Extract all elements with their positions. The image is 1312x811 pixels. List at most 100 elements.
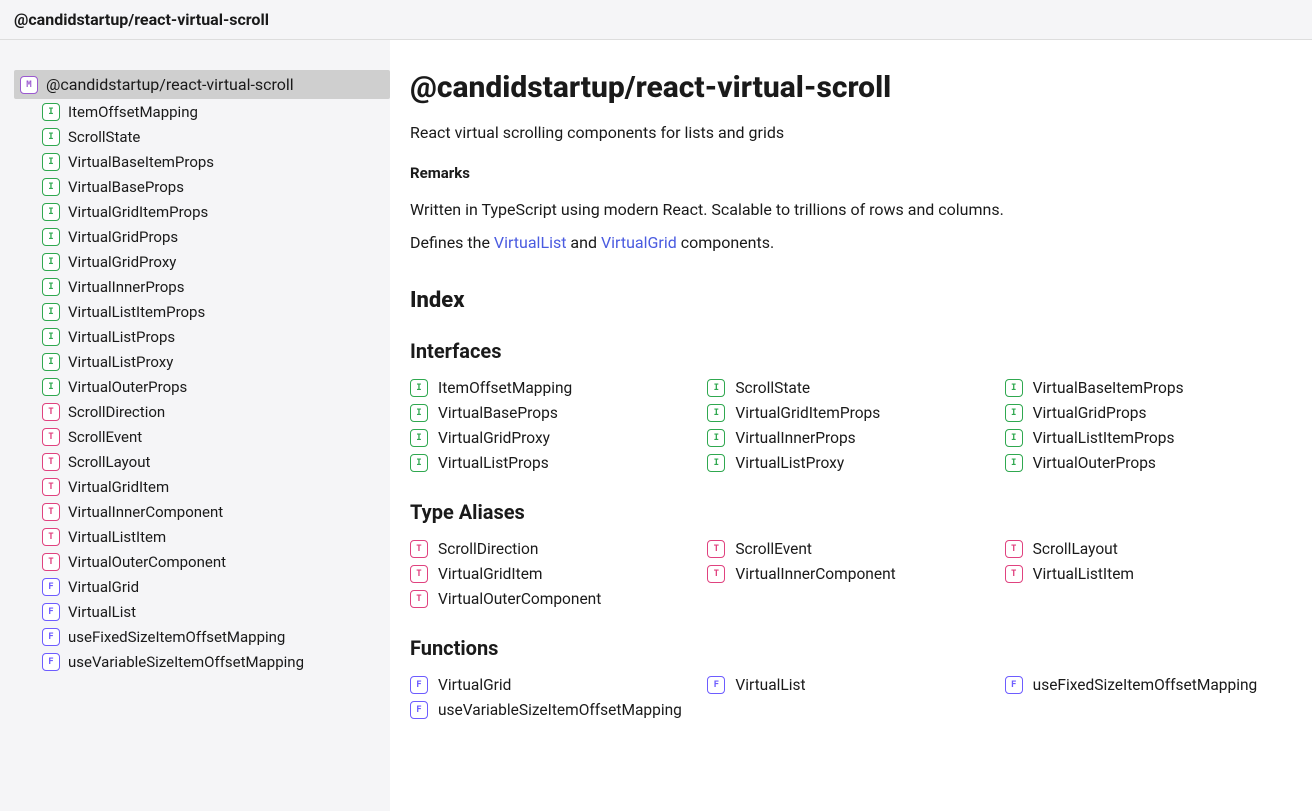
- sidebar-item-label: VirtualInnerProps: [68, 278, 184, 296]
- type-alias-icon: T: [1005, 540, 1023, 558]
- index-item[interactable]: TVirtualGridItem: [410, 565, 697, 583]
- index-item-label: ItemOffsetMapping: [438, 379, 572, 397]
- sidebar-item[interactable]: TVirtualListItem: [42, 528, 390, 546]
- index-item[interactable]: IVirtualBaseItemProps: [1005, 379, 1292, 397]
- interface-icon: I: [42, 128, 60, 146]
- sidebar-item-label: ScrollEvent: [68, 428, 142, 446]
- sidebar-item[interactable]: IVirtualGridProps: [42, 228, 390, 246]
- type-alias-icon: T: [42, 528, 60, 546]
- function-icon: F: [1005, 676, 1023, 694]
- sidebar-item-label: VirtualListItemProps: [68, 303, 205, 321]
- remarks-heading: Remarks: [410, 164, 1292, 182]
- sidebar-item-label: VirtualList: [68, 603, 136, 621]
- index-item[interactable]: TScrollEvent: [707, 540, 994, 558]
- index-item[interactable]: TScrollLayout: [1005, 540, 1292, 558]
- interface-icon: I: [707, 379, 725, 397]
- index-item[interactable]: I ItemOffsetMapping: [410, 379, 697, 397]
- sidebar-item[interactable]: IVirtualBaseItemProps: [42, 153, 390, 171]
- link-virtualgrid[interactable]: VirtualGrid: [601, 233, 677, 252]
- sidebar-item-label: ItemOffsetMapping: [68, 103, 198, 121]
- sidebar-item-label: VirtualGridItemProps: [68, 203, 208, 221]
- section-heading-functions: Functions: [410, 636, 1292, 660]
- interface-icon: I: [707, 454, 725, 472]
- index-item-label: VirtualInnerProps: [735, 429, 855, 447]
- type-alias-icon: T: [1005, 565, 1023, 583]
- sidebar-item[interactable]: I ItemOffsetMapping: [42, 103, 390, 121]
- index-item[interactable]: FuseVariableSizeItemOffsetMapping: [410, 701, 697, 719]
- interface-icon: I: [42, 278, 60, 296]
- sidebar-item-label: VirtualListProxy: [68, 353, 173, 371]
- interface-icon: I: [42, 103, 60, 121]
- index-item[interactable]: I VirtualInnerProps: [707, 429, 994, 447]
- index-item-label: VirtualOuterProps: [1033, 454, 1156, 472]
- index-item-label: VirtualListProps: [438, 454, 549, 472]
- index-item[interactable]: TScrollDirection: [410, 540, 697, 558]
- index-item-label: VirtualBaseItemProps: [1033, 379, 1184, 397]
- index-item[interactable]: FuseFixedSizeItemOffsetMapping: [1005, 676, 1292, 694]
- sidebar-item[interactable]: I VirtualInnerProps: [42, 278, 390, 296]
- sidebar-item-label: VirtualGridItem: [68, 478, 169, 496]
- index-item[interactable]: IVirtualGridItemProps: [707, 404, 994, 422]
- type-alias-icon: T: [410, 590, 428, 608]
- defines-text: Defines the VirtualList and VirtualGrid …: [410, 233, 1292, 252]
- sidebar-item[interactable]: IVirtualListProps: [42, 328, 390, 346]
- sidebar-item[interactable]: T ScrollEvent: [42, 428, 390, 446]
- interface-icon: I: [410, 379, 428, 397]
- sidebar-item[interactable]: TScrollLayout: [42, 453, 390, 471]
- sidebar-item-label: VirtualOuterProps: [68, 378, 187, 396]
- type-alias-icon: T: [42, 478, 60, 496]
- type-alias-icon: T: [410, 565, 428, 583]
- sidebar-item[interactable]: FVirtualGrid: [42, 578, 390, 596]
- sidebar-item[interactable]: FuseVariableSizeItemOffsetMapping: [42, 653, 390, 671]
- section-heading-interfaces: Interfaces: [410, 339, 1292, 363]
- index-item[interactable]: I VirtualListProps: [410, 454, 697, 472]
- sidebar-item[interactable]: IVirtualOuterProps: [42, 378, 390, 396]
- link-virtuallist[interactable]: VirtualList: [494, 233, 567, 252]
- index-item[interactable]: IVirtualListItemProps: [1005, 429, 1292, 447]
- index-item[interactable]: FVirtualList: [707, 676, 994, 694]
- sidebar-item[interactable]: IVirtualGridProxy: [42, 253, 390, 271]
- index-item[interactable]: IVirtualBaseProps: [410, 404, 697, 422]
- sidebar-item[interactable]: IVirtualBaseProps: [42, 178, 390, 196]
- sidebar-item-label: VirtualInnerComponent: [68, 503, 223, 521]
- sidebar-item[interactable]: IVirtualListItemProps: [42, 303, 390, 321]
- sidebar-item[interactable]: IVirtualGridItemProps: [42, 203, 390, 221]
- index-item[interactable]: F VirtualGrid: [410, 676, 697, 694]
- index-item-label: useFixedSizeItemOffsetMapping: [1033, 676, 1258, 694]
- interface-icon: I: [410, 454, 428, 472]
- module-summary: React virtual scrolling components for l…: [410, 123, 1292, 142]
- sidebar-item[interactable]: TVirtualOuterComponent: [42, 553, 390, 571]
- index-item[interactable]: TVirtualInnerComponent: [707, 565, 994, 583]
- interface-icon: I: [42, 178, 60, 196]
- sidebar-item[interactable]: IVirtualListProxy: [42, 353, 390, 371]
- index-item-label: useVariableSizeItemOffsetMapping: [438, 701, 682, 719]
- index-item-label: VirtualList: [735, 676, 805, 694]
- type-alias-icon: T: [42, 428, 60, 446]
- sidebar-item-label: VirtualGridProxy: [68, 253, 176, 271]
- type-alias-icon: T: [42, 453, 60, 471]
- index-item[interactable]: I VirtualOuterProps: [1005, 454, 1292, 472]
- index-item-label: VirtualGrid: [438, 676, 511, 694]
- index-item[interactable]: TVirtualListItem: [1005, 565, 1292, 583]
- sidebar-item[interactable]: IScrollState: [42, 128, 390, 146]
- function-icon: F: [410, 676, 428, 694]
- sidebar-item[interactable]: TVirtualInnerComponent: [42, 503, 390, 521]
- sidebar-item-label: VirtualListProps: [68, 328, 175, 346]
- index-item[interactable]: IVirtualListProxy: [707, 454, 994, 472]
- index-item[interactable]: IVirtualGridProxy: [410, 429, 697, 447]
- sidebar-root[interactable]: M @candidstartup/react-virtual-scroll: [14, 70, 390, 99]
- main-content: @candidstartup/react-virtual-scroll Reac…: [390, 40, 1312, 811]
- sidebar-item-label: VirtualGrid: [68, 578, 139, 596]
- sidebar-item[interactable]: FVirtualList: [42, 603, 390, 621]
- index-heading: Index: [410, 288, 1292, 313]
- index-item[interactable]: IScrollState: [707, 379, 994, 397]
- sidebar-item[interactable]: FuseFixedSizeItemOffsetMapping: [42, 628, 390, 646]
- index-item[interactable]: IVirtualGridProps: [1005, 404, 1292, 422]
- interface-icon: I: [707, 429, 725, 447]
- interface-icon: I: [1005, 454, 1023, 472]
- index-item-label: ScrollEvent: [735, 540, 812, 558]
- sidebar-item[interactable]: T VirtualGridItem: [42, 478, 390, 496]
- sidebar-item[interactable]: TScrollDirection: [42, 403, 390, 421]
- section-functions: Functions FVirtualGridFVirtualListFuseFi…: [410, 636, 1292, 719]
- index-item[interactable]: TVirtualOuterComponent: [410, 590, 697, 608]
